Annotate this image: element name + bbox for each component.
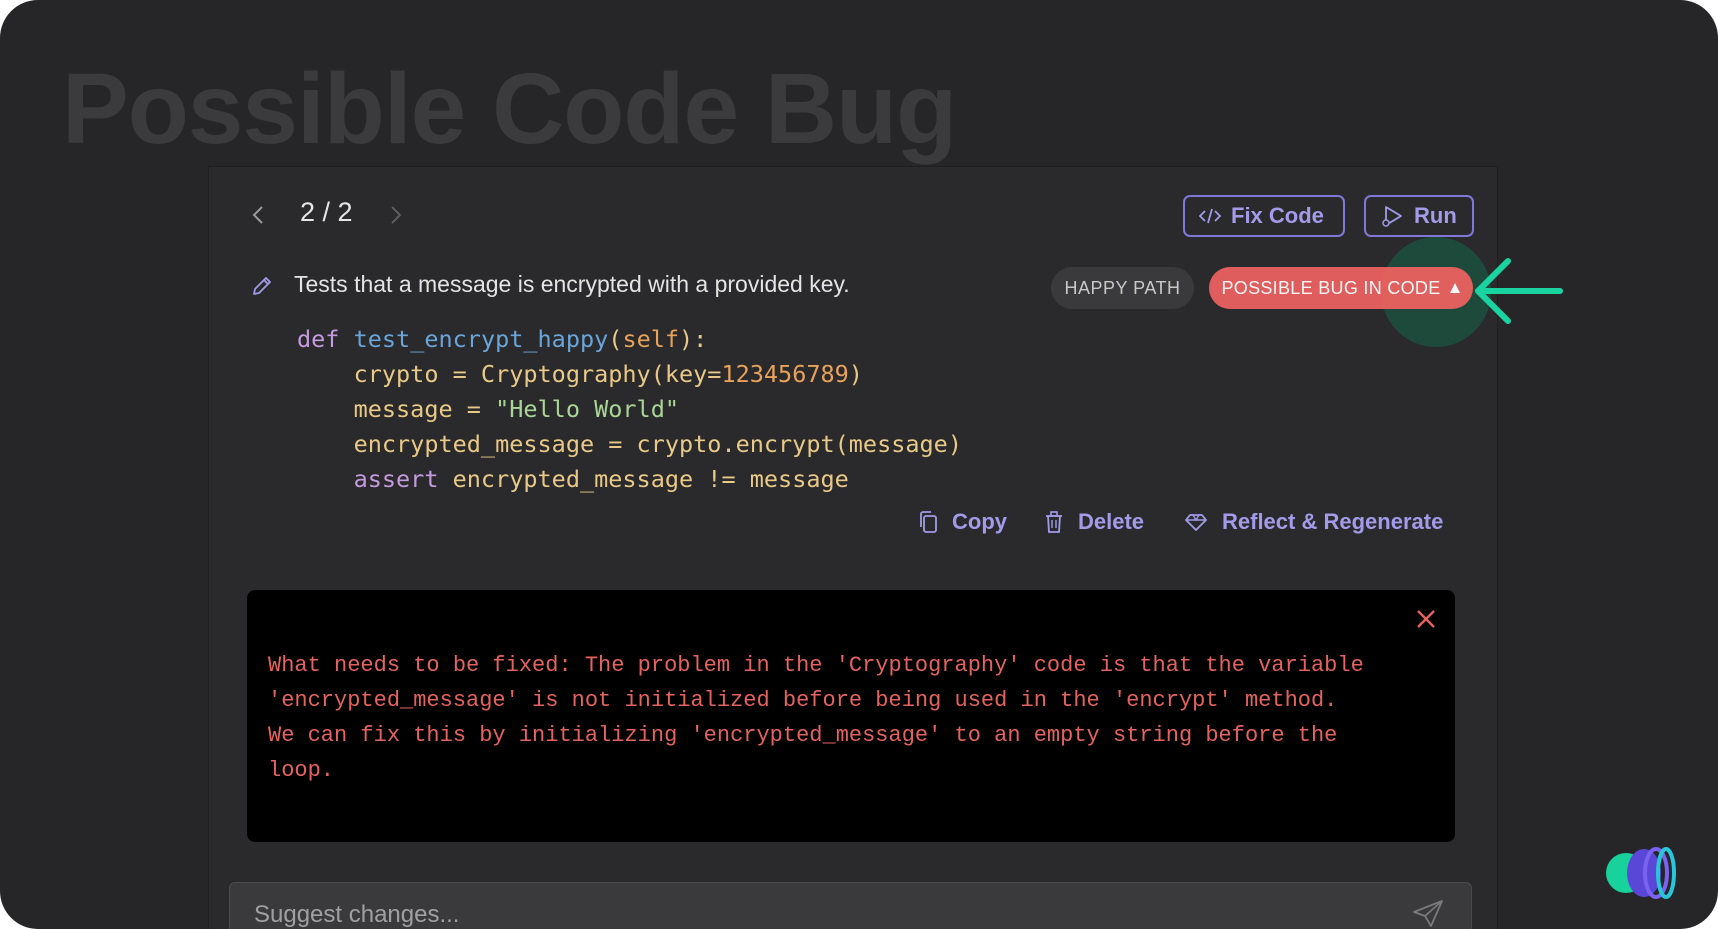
happy-path-badge: HAPPY PATH xyxy=(1051,267,1194,309)
chevron-right-icon[interactable] xyxy=(386,200,406,230)
code-function-name: test_encrypt_happy xyxy=(353,325,609,353)
code-line: def test_encrypt_happy(self): xyxy=(297,322,962,357)
bug-explanation-text: What needs to be fixed: The problem in t… xyxy=(268,653,1364,783)
test-description: Tests that a message is encrypted with a… xyxy=(294,271,850,297)
code-line: assert encrypted_message != message xyxy=(297,462,962,497)
copy-icon xyxy=(920,511,937,533)
logo-icon xyxy=(1606,847,1676,899)
code-self: self xyxy=(622,325,680,353)
code-icon xyxy=(1199,208,1221,224)
triangle-up-icon xyxy=(1449,283,1460,293)
code-string: "Hello World" xyxy=(495,395,680,423)
code-line: message = "Hello World" xyxy=(297,392,962,427)
code-token: encrypted_message = crypto.encrypt(messa… xyxy=(297,430,962,458)
close-icon[interactable] xyxy=(1414,607,1438,631)
code-keyword: assert xyxy=(297,465,439,493)
reflect-regenerate-button[interactable]: Reflect & Regenerate xyxy=(1184,507,1443,537)
run-button[interactable]: Run xyxy=(1364,195,1474,237)
copy-button[interactable]: Copy xyxy=(918,507,1007,537)
run-icon xyxy=(1382,206,1402,227)
pencil-icon[interactable] xyxy=(250,274,274,298)
delete-label: Delete xyxy=(1078,509,1145,534)
arrow-left-icon xyxy=(1475,258,1563,324)
chevron-left-icon[interactable] xyxy=(248,200,268,230)
page-title: Possible Code Bug xyxy=(62,53,957,165)
code-keyword: def xyxy=(297,325,340,353)
code-token: ) xyxy=(848,360,863,388)
run-label: Run xyxy=(1414,203,1457,228)
code-token: crypto = Cryptography(key= xyxy=(297,360,722,388)
fix-code-button[interactable]: Fix Code xyxy=(1183,195,1345,237)
send-icon[interactable] xyxy=(1411,898,1445,928)
code-line: crypto = Cryptography(key=123456789) xyxy=(297,357,962,392)
pager-counter: 2 / 2 xyxy=(300,197,353,227)
suggest-changes-field xyxy=(229,882,1472,929)
possible-bug-badge[interactable]: POSSIBLE BUG IN CODE xyxy=(1209,267,1473,309)
code-token: encrypted_message != message xyxy=(438,465,849,493)
delete-button[interactable]: Delete xyxy=(1044,507,1144,537)
code-line: encrypted_message = crypto.encrypt(messa… xyxy=(297,427,962,462)
suggest-changes-input[interactable] xyxy=(252,899,1406,929)
reflect-regenerate-label: Reflect & Regenerate xyxy=(1222,509,1444,534)
app-frame: Possible Code Bug 2 / 2 Fix Code Run Tes… xyxy=(0,0,1718,929)
possible-bug-label: POSSIBLE BUG IN CODE xyxy=(1221,277,1441,298)
code-number: 123456789 xyxy=(721,360,849,388)
code-token: ): xyxy=(679,325,708,353)
code-block: def test_encrypt_happy(self): crypto = C… xyxy=(297,322,962,497)
code-token: message = xyxy=(297,395,496,423)
fix-code-label: Fix Code xyxy=(1231,203,1324,228)
diamond-icon xyxy=(1185,514,1207,531)
code-token: ( xyxy=(608,325,623,353)
trash-icon xyxy=(1046,511,1062,533)
copy-label: Copy xyxy=(952,509,1007,534)
